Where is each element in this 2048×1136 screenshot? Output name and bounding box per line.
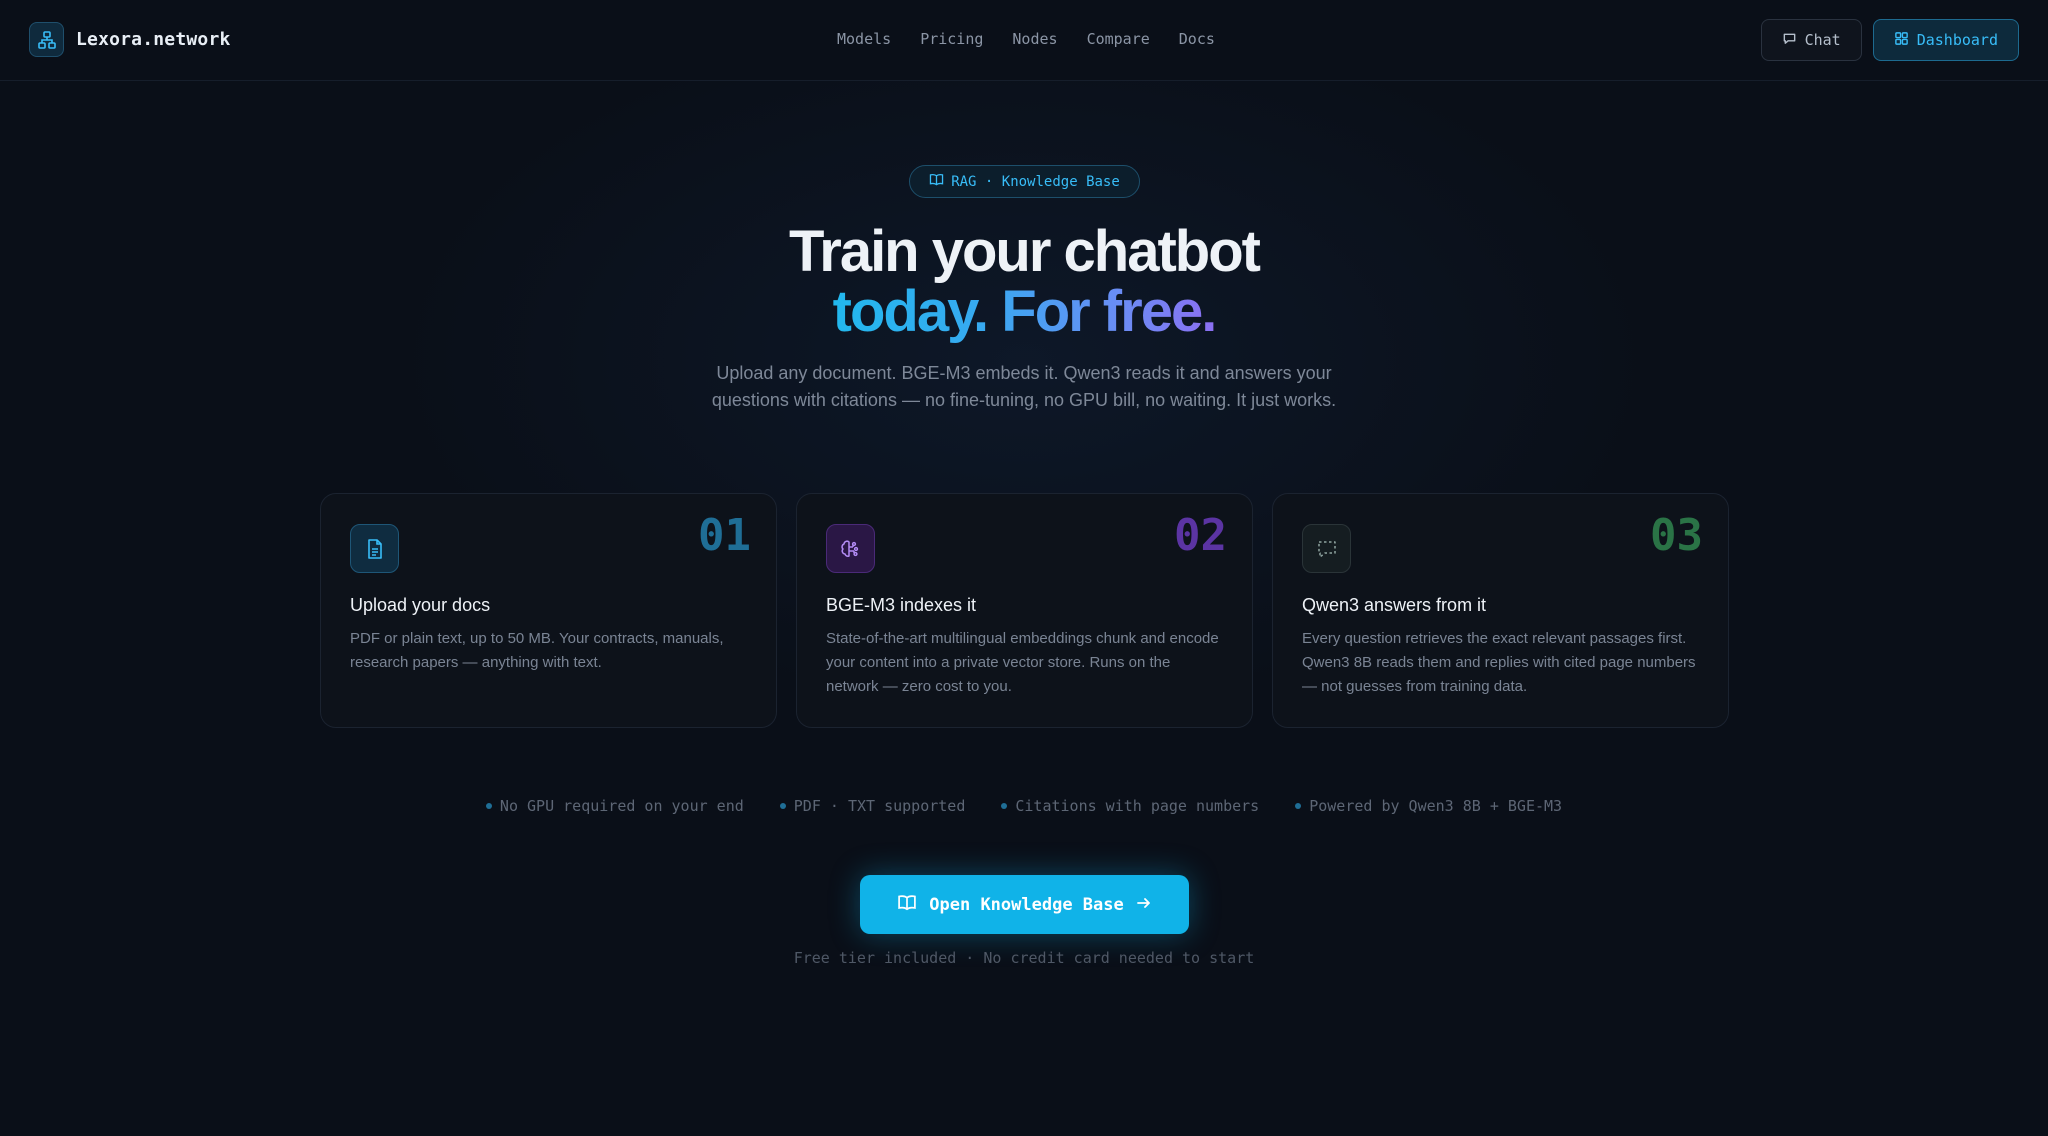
cta-label: Open Knowledge Base [929,894,1124,915]
open-book-icon [897,894,917,916]
bullet-dot-icon [1001,803,1008,809]
bullet-dot-icon [485,803,492,809]
feature-label: Powered by Qwen3 8B + BGE-M3 [1309,797,1563,815]
step-number: 01 [698,510,751,561]
dashboard-button-label: Dashboard [1916,31,1998,49]
step-card-answer: 03 Qwen3 answers from it Every question … [1272,493,1729,728]
hero-subtitle-line2: questions with citations — no fine-tunin… [711,390,1337,410]
step-title: BGE-M3 indexes it [826,595,977,615]
nav-link-nodes[interactable]: Nodes [1012,30,1057,48]
brand[interactable]: Lexora.network [29,22,231,57]
open-knowledge-base-button[interactable]: Open Knowledge Base [860,875,1189,934]
cta-note: Free tier included · No credit card need… [793,949,1255,967]
top-nav: Lexora.network Models Pricing Nodes Comp… [0,0,2048,81]
step-description: PDF or plain text, up to 50 MB. Your con… [350,630,724,671]
bullet-dot-icon [779,803,786,809]
dashboard-button[interactable]: Dashboard [1872,19,2019,61]
step-title: Qwen3 answers from it [1302,595,1487,615]
feature-label: No GPU required on your end [499,797,744,815]
brain-icon [826,524,875,573]
step-description: State-of-the-art multilingual embeddings… [826,630,1219,695]
step-title: Upload your docs [350,595,491,615]
step-description: Every question retrieves the exact relev… [1302,630,1696,695]
step-card-upload: 01 Upload your docs PDF or plain text, u… [320,493,777,728]
feature-item: Citations with page numbers [1001,797,1259,815]
hero-title-line2: today. For free. [0,282,2048,342]
nav-link-compare[interactable]: Compare [1087,30,1150,48]
feature-label: PDF · TXT supported [793,797,966,815]
step-number: 03 [1650,510,1703,561]
open-book-icon [929,173,944,190]
grid-icon [1894,31,1909,50]
hero-title-gradient: today. For free. [832,279,1218,344]
message-dashed-icon [1302,524,1351,573]
hero-subtitle-line1: Upload any document. BGE-M3 embeds it. Q… [716,363,1332,383]
nav-link-pricing[interactable]: Pricing [920,30,983,48]
pill-label: RAG · Knowledge Base [951,173,1120,190]
feature-item: PDF · TXT supported [779,797,966,815]
chat-bubble-icon [1782,31,1797,50]
network-logo-icon [29,22,64,57]
hero-title-line1: Train your chatbot [789,219,1261,284]
chat-button-label: Chat [1804,31,1841,49]
section-pill: RAG · Knowledge Base [909,165,1140,198]
step-number: 02 [1174,510,1227,561]
nav-actions: Chat Dashboard [1760,19,2019,61]
feature-item: Powered by Qwen3 8B + BGE-M3 [1295,797,1562,815]
brand-name: Lexora.network [76,29,231,50]
bullet-dot-icon [1295,803,1302,809]
nav-link-docs[interactable]: Docs [1179,30,1215,48]
arrow-right-icon [1136,895,1152,915]
chat-button[interactable]: Chat [1760,19,1862,61]
step-card-index: 02 BGE-M3 indexes it State-of-the-art mu… [796,493,1253,728]
feature-label: Citations with page numbers [1015,797,1260,815]
document-icon [350,524,399,573]
feature-item: No GPU required on your end [485,797,744,815]
nav-link-models[interactable]: Models [837,30,891,48]
feature-list: No GPU required on your end PDF · TXT su… [0,797,2048,815]
nav-links: Models Pricing Nodes Compare Docs [837,30,1244,48]
